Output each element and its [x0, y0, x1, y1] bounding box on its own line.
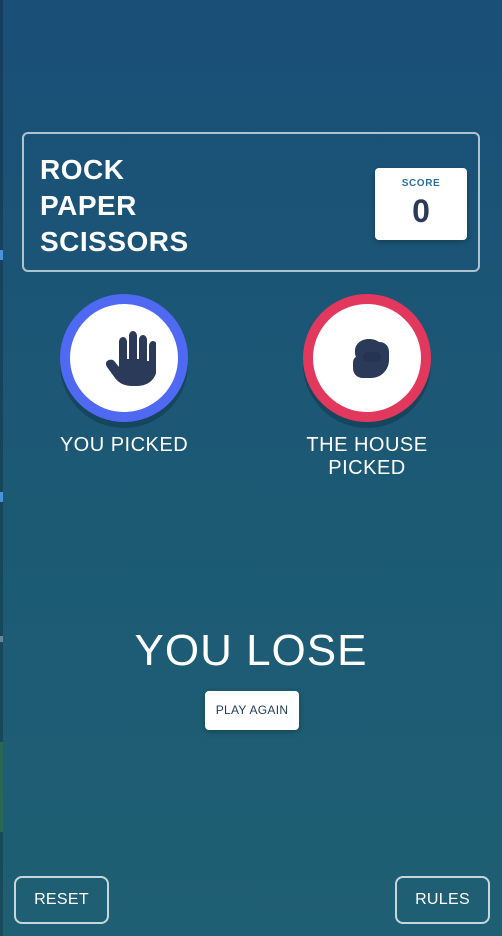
rules-button[interactable]: RULES: [395, 876, 490, 924]
game-title-line: ROCK: [40, 154, 125, 185]
house-pick: THE HOUSE PICKED: [287, 294, 447, 479]
left-edge-marker: [0, 250, 3, 260]
player-pick: YOU PICKED: [44, 294, 204, 464]
reset-button[interactable]: RESET: [14, 876, 109, 924]
player-pick-label: YOU PICKED: [59, 434, 189, 456]
game-title: ROCK PAPER SCISSORS: [40, 152, 189, 260]
play-again-button[interactable]: PLAY AGAIN: [205, 691, 299, 730]
result-text: YOU LOSE: [134, 626, 368, 675]
score-value: 0: [412, 193, 430, 229]
house-pick-label: THE HOUSE PICKED: [306, 434, 428, 479]
score-label: SCORE: [401, 178, 441, 189]
paper-hand-icon: [105, 331, 156, 386]
left-edge-marker: [0, 492, 3, 502]
game-screen: ROCK PAPER SCISSORS SCORE 0 YOU PICKED T…: [0, 0, 502, 936]
score-card: SCORE 0: [375, 168, 467, 240]
rock-fist-icon: [353, 339, 389, 378]
player-choice-token: [60, 294, 188, 422]
house-choice-token: [303, 294, 431, 422]
left-edge-marker: [0, 742, 3, 832]
game-title-line: PAPER: [40, 190, 137, 221]
game-title-line: SCISSORS: [40, 226, 189, 257]
scoreboard-header: ROCK PAPER SCISSORS SCORE 0: [22, 132, 480, 272]
left-edge-artifact: [0, 0, 3, 936]
